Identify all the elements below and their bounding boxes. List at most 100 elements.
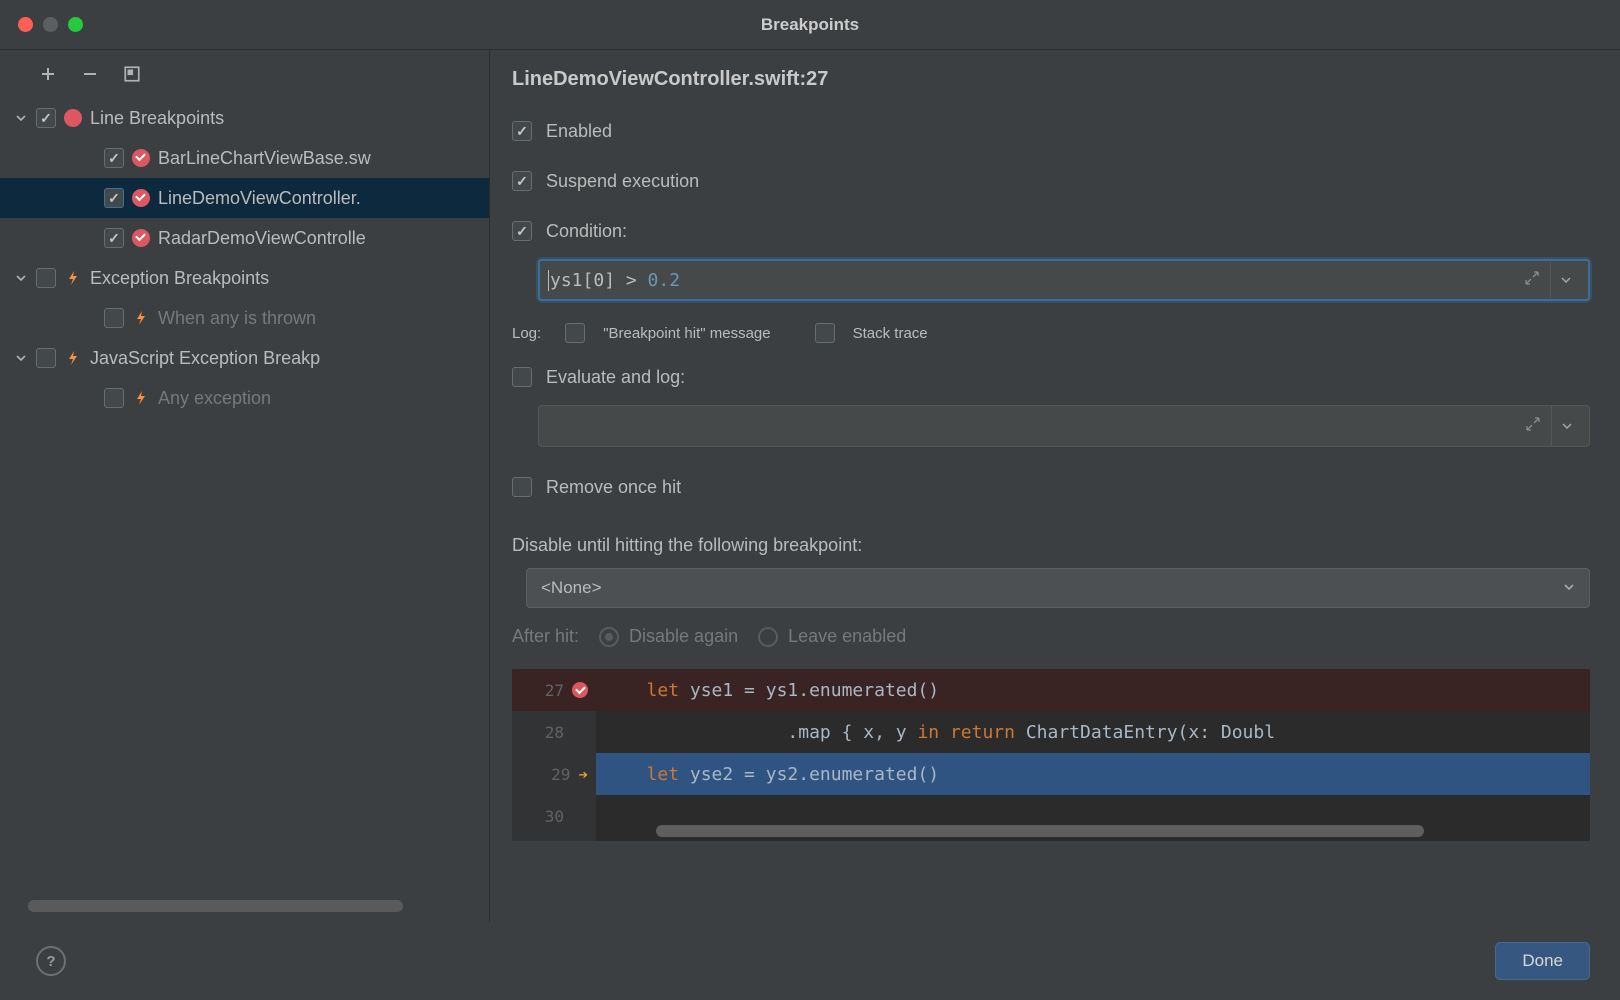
breakpoint-icon xyxy=(64,109,82,127)
remove-once-checkbox[interactable] xyxy=(512,477,532,497)
dropdown-arrow-icon[interactable] xyxy=(1551,406,1581,446)
chevron-down-icon[interactable] xyxy=(14,111,28,125)
after-disable-label: Disable again xyxy=(629,626,738,647)
gutter-line[interactable]: 30 xyxy=(512,795,596,837)
add-breakpoint-button[interactable] xyxy=(38,64,58,84)
item-checkbox[interactable] xyxy=(104,308,124,328)
exception-icon xyxy=(132,389,150,407)
editor-gutter: 27 28 29 ➔ 30 xyxy=(512,669,596,841)
group-label: Line Breakpoints xyxy=(90,108,224,129)
condition-input[interactable]: ys1[0] > 0.2 xyxy=(538,259,1590,301)
item-checkbox[interactable] xyxy=(104,148,124,168)
item-checkbox[interactable] xyxy=(104,188,124,208)
item-checkbox[interactable] xyxy=(104,228,124,248)
item-label: Any exception xyxy=(158,388,271,409)
after-leave-label: Leave enabled xyxy=(788,626,906,647)
execution-arrow-icon: ➔ xyxy=(578,765,588,784)
eval-input[interactable] xyxy=(538,405,1590,447)
group-label: JavaScript Exception Breakp xyxy=(90,348,320,369)
item-label: BarLineChartViewBase.sw xyxy=(158,148,371,169)
breakpoint-tree[interactable]: Line Breakpoints BarLineChartViewBase.sw… xyxy=(0,98,489,922)
group-label: Exception Breakpoints xyxy=(90,268,269,289)
conditional-breakpoint-icon xyxy=(132,149,150,167)
log-label: Log: xyxy=(512,325,541,342)
help-button[interactable]: ? xyxy=(36,946,66,976)
eval-checkbox[interactable] xyxy=(512,367,532,387)
expand-icon[interactable] xyxy=(1524,270,1544,290)
chevron-down-icon[interactable] xyxy=(14,351,28,365)
log-stack-label: Stack trace xyxy=(853,325,928,342)
after-hit-label: After hit: xyxy=(512,626,579,647)
enabled-checkbox[interactable] xyxy=(512,121,532,141)
titlebar: Breakpoints xyxy=(0,0,1620,50)
line-number: 28 xyxy=(545,723,564,742)
exception-icon xyxy=(64,269,82,287)
chevron-down-icon[interactable] xyxy=(14,271,28,285)
item-label: When any is thrown xyxy=(158,308,316,329)
horizontal-scrollbar[interactable] xyxy=(656,825,1560,837)
condition-label: Condition: xyxy=(546,221,627,242)
chevron-down-icon xyxy=(1563,580,1575,597)
conditional-breakpoint-icon xyxy=(132,189,150,207)
tree-item[interactable]: RadarDemoViewControlle xyxy=(0,218,489,258)
condition-op: > xyxy=(615,270,648,291)
disable-until-label: Disable until hitting the following brea… xyxy=(512,535,1590,556)
breakpoint-list-panel: Line Breakpoints BarLineChartViewBase.sw… xyxy=(0,50,490,922)
group-by-button[interactable] xyxy=(122,64,142,84)
code-area[interactable]: let yse1 = ys1.enumerated() .map { x, y … xyxy=(596,669,1590,841)
line-number: 27 xyxy=(545,681,564,700)
code-line: .map { x, y in return ChartDataEntry(x: … xyxy=(596,711,1590,753)
code-preview: 27 28 29 ➔ 30 let yse1 = ys1.enumerated()… xyxy=(512,669,1590,841)
tree-item-selected[interactable]: LineDemoViewController. xyxy=(0,178,489,218)
suspend-checkbox[interactable] xyxy=(512,171,532,191)
log-stack-checkbox[interactable] xyxy=(815,323,835,343)
condition-id: ys1 xyxy=(550,270,583,291)
conditional-breakpoint-icon xyxy=(132,229,150,247)
gutter-line[interactable]: 29 ➔ xyxy=(512,753,596,795)
item-label: LineDemoViewController. xyxy=(158,188,361,209)
expand-icon[interactable] xyxy=(1525,416,1545,436)
group-checkbox[interactable] xyxy=(36,268,56,288)
condition-rhs: 0.2 xyxy=(648,270,681,291)
gutter-line[interactable]: 27 xyxy=(512,669,596,711)
disable-until-dropdown[interactable]: <None> xyxy=(526,568,1590,608)
horizontal-scrollbar[interactable] xyxy=(28,900,469,912)
enabled-label: Enabled xyxy=(546,121,612,142)
eval-label: Evaluate and log: xyxy=(546,367,685,388)
tree-group-js-exception-breakpoints[interactable]: JavaScript Exception Breakp xyxy=(0,338,489,378)
list-toolbar xyxy=(0,50,489,98)
group-checkbox[interactable] xyxy=(36,348,56,368)
condition-index: [0] xyxy=(583,270,616,291)
conditional-breakpoint-icon[interactable] xyxy=(572,682,588,698)
dropdown-value: <None> xyxy=(541,578,602,598)
tree-group-line-breakpoints[interactable]: Line Breakpoints xyxy=(0,98,489,138)
breakpoint-detail-panel: LineDemoViewController.swift:27 Enabled … xyxy=(490,50,1620,922)
detail-title: LineDemoViewController.swift:27 xyxy=(512,68,1590,91)
remove-breakpoint-button[interactable] xyxy=(80,64,100,84)
item-label: RadarDemoViewControlle xyxy=(158,228,366,249)
group-checkbox[interactable] xyxy=(36,108,56,128)
exception-icon xyxy=(132,309,150,327)
line-number: 30 xyxy=(545,807,564,826)
tree-item[interactable]: When any is thrown xyxy=(0,298,489,338)
window-title: Breakpoints xyxy=(0,15,1620,35)
dialog-footer: ? Done xyxy=(0,922,1620,1000)
item-checkbox[interactable] xyxy=(104,388,124,408)
gutter-line[interactable]: 28 xyxy=(512,711,596,753)
code-line-current: let yse2 = ys2.enumerated() xyxy=(596,753,1590,795)
tree-item[interactable]: BarLineChartViewBase.sw xyxy=(0,138,489,178)
log-bphit-label: "Breakpoint hit" message xyxy=(603,325,770,342)
dropdown-arrow-icon[interactable] xyxy=(1550,261,1580,299)
line-number: 29 xyxy=(551,765,570,784)
log-bphit-checkbox[interactable] xyxy=(565,323,585,343)
code-line: let yse1 = ys1.enumerated() xyxy=(596,669,1590,711)
condition-checkbox[interactable] xyxy=(512,221,532,241)
done-button[interactable]: Done xyxy=(1495,942,1590,980)
remove-once-label: Remove once hit xyxy=(546,477,681,498)
exception-icon xyxy=(64,349,82,367)
breakpoints-dialog: Breakpoints xyxy=(0,0,1620,1000)
after-disable-radio xyxy=(599,627,619,647)
tree-item[interactable]: Any exception xyxy=(0,378,489,418)
tree-group-exception-breakpoints[interactable]: Exception Breakpoints xyxy=(0,258,489,298)
suspend-label: Suspend execution xyxy=(546,171,699,192)
